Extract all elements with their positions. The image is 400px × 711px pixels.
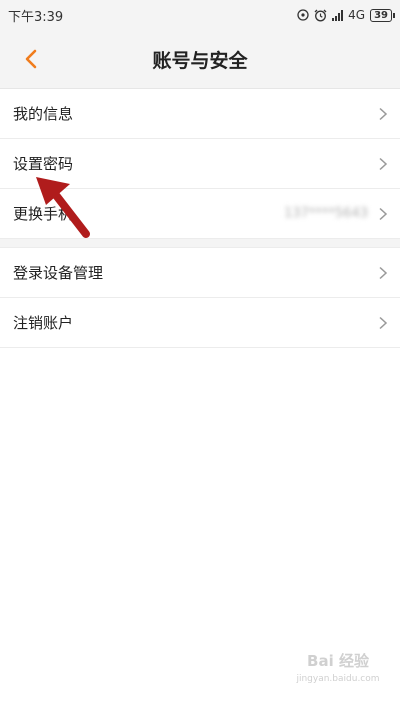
chevron-right-icon [379, 157, 388, 170]
battery-icon: 39 [370, 8, 395, 22]
list-item-change-phone[interactable]: 更换手机 137****5643 [0, 189, 400, 239]
list-item-device-management[interactable]: 登录设备管理 [0, 248, 400, 298]
network-type: 4G [348, 8, 366, 22]
watermark-sub: jingyan.baidu.com [296, 674, 380, 684]
watermark: Bai 经验 jingyan.baidu.com [283, 652, 393, 688]
list-item-label: 登录设备管理 [13, 264, 104, 282]
list-item-my-info[interactable]: 我的信息 [0, 89, 400, 139]
status-icons: 4G 39 [297, 8, 395, 22]
alarm-icon [314, 9, 327, 21]
status-bar: 下午3:39 4G 39 [0, 0, 400, 30]
list-item-set-password[interactable]: 设置密码 [0, 139, 400, 189]
section-divider [0, 239, 400, 248]
settings-list: 我的信息 设置密码 更换手机 137****5643 登录设备管理 注销账户 [0, 89, 400, 348]
list-item-delete-account[interactable]: 注销账户 [0, 298, 400, 348]
phone-number-value: 137****5643 [284, 206, 368, 221]
list-item-label: 注销账户 [13, 314, 74, 332]
chevron-right-icon [379, 316, 388, 329]
chevron-right-icon [379, 207, 388, 220]
page-title: 账号与安全 [152, 50, 248, 72]
watermark-text: Bai 经验 [307, 652, 369, 670]
battery-level: 39 [374, 9, 388, 21]
hotspot-icon [297, 9, 309, 21]
list-item-label: 我的信息 [13, 105, 74, 123]
status-time: 下午3:39 [8, 9, 64, 25]
list-item-label: 设置密码 [13, 155, 74, 173]
chevron-right-icon [379, 107, 388, 120]
signal-icon [332, 9, 344, 21]
nav-bar: 账号与安全 [0, 30, 400, 89]
list-item-label: 更换手机 [13, 205, 74, 223]
chevron-right-icon [379, 266, 388, 279]
